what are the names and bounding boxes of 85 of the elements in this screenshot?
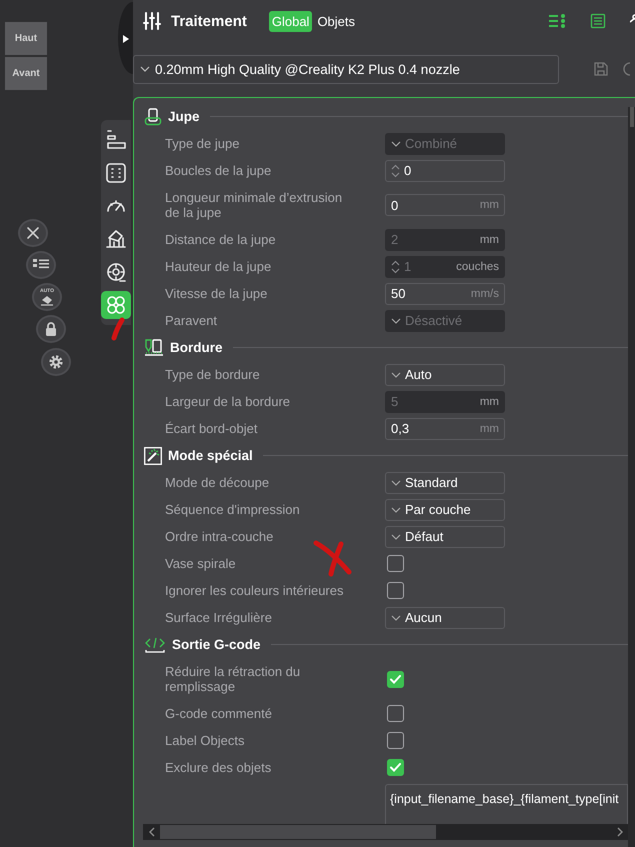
round-button[interactable] bbox=[41, 348, 71, 376]
dropdown[interactable]: Par couche bbox=[385, 498, 505, 520]
setting-label: Ordre intra-couche bbox=[165, 529, 274, 544]
setting-label: Longueur minimale d’extrusion de la jupe bbox=[165, 190, 344, 220]
section-title: Bordure bbox=[170, 340, 223, 355]
setting-label: Vitesse de la jupe bbox=[165, 286, 268, 301]
chevron-down-icon bbox=[391, 318, 401, 324]
sliders-icon bbox=[143, 12, 161, 30]
close-icon bbox=[25, 225, 41, 241]
list-view-icon[interactable] bbox=[548, 13, 566, 29]
chevron-down-icon bbox=[391, 140, 401, 146]
check-icon bbox=[390, 674, 401, 684]
spin-field[interactable]: 0 bbox=[385, 160, 505, 182]
checkbox[interactable] bbox=[387, 582, 404, 599]
panel-title: Traitement bbox=[171, 12, 247, 30]
magic-wand-icon bbox=[144, 446, 162, 464]
chevron-down-icon bbox=[391, 506, 401, 512]
chevron-down-icon bbox=[391, 480, 401, 486]
setting-label: Boucles de la jupe bbox=[165, 163, 272, 178]
scope-tab[interactable]: Objets bbox=[314, 10, 358, 32]
eraser-icon bbox=[39, 294, 55, 306]
setting-label: Vase spirale bbox=[165, 556, 236, 571]
setting-label: Label Objects bbox=[165, 733, 244, 748]
setting-label: Distance de la jupe bbox=[165, 232, 276, 247]
section-title: Sortie G-code bbox=[172, 637, 261, 652]
checkbox[interactable] bbox=[387, 670, 404, 688]
table-view-icon[interactable] bbox=[590, 13, 606, 29]
view-cube-face[interactable]: Avant bbox=[5, 57, 47, 90]
number-field[interactable]: 0 mm bbox=[385, 194, 505, 216]
support-icon bbox=[105, 228, 127, 250]
brim-icon bbox=[144, 338, 164, 356]
vertical-scrollbar[interactable] bbox=[628, 107, 635, 847]
spool-icon bbox=[105, 261, 127, 283]
section-title: Mode spécial bbox=[168, 448, 253, 463]
setting-label: Hauteur de la jupe bbox=[165, 259, 272, 274]
setting-label: Surface Irrégulière bbox=[165, 610, 272, 625]
checkbox[interactable] bbox=[387, 705, 404, 722]
save-icon[interactable] bbox=[594, 62, 608, 76]
dropdown[interactable]: Standard bbox=[385, 472, 505, 494]
stepper-icon bbox=[391, 164, 400, 178]
triangle-right-icon bbox=[123, 35, 129, 43]
check-icon bbox=[390, 763, 401, 772]
view-cube-face[interactable]: Haut bbox=[5, 22, 47, 55]
dropdown[interactable]: Défaut bbox=[385, 526, 505, 548]
setting-label: G-code commenté bbox=[165, 706, 272, 721]
checkbox[interactable] bbox=[387, 732, 404, 749]
chevron-down-icon bbox=[391, 614, 401, 620]
setting-label: Mode de découpe bbox=[165, 475, 270, 490]
chevron-down-icon bbox=[140, 66, 150, 72]
setting-label: Réduire la rétraction du remplissage bbox=[165, 664, 302, 694]
round-button[interactable] bbox=[18, 219, 48, 247]
setting-label: Type de bordure bbox=[165, 367, 260, 382]
skirt-icon bbox=[144, 108, 162, 126]
section-title: Jupe bbox=[168, 109, 200, 124]
preset-dropdown[interactable]: 0.20mm High Quality @Creality K2 Plus 0.4 nozzle bbox=[133, 54, 559, 84]
scroll-right-icon[interactable] bbox=[616, 827, 624, 837]
round-button[interactable] bbox=[36, 315, 66, 343]
setting-label: Écart bord-objet bbox=[165, 421, 258, 436]
number-field[interactable]: 50 mm/s bbox=[385, 282, 505, 304]
setting-label: Ignorer les couleurs intérieures bbox=[165, 583, 344, 598]
settings-icon bbox=[48, 354, 64, 370]
setting-label: Paravent bbox=[165, 313, 218, 328]
checkbox[interactable] bbox=[387, 555, 404, 572]
number-field[interactable]: 0,3 mm bbox=[385, 418, 505, 440]
layers-icon bbox=[105, 129, 127, 151]
setting-label: Séquence d'impression bbox=[165, 502, 300, 517]
clover-icon bbox=[105, 294, 127, 316]
code-icon bbox=[144, 636, 166, 654]
scroll-left-icon[interactable] bbox=[148, 827, 156, 837]
setting-label: Exclure des objets bbox=[165, 760, 272, 775]
setting-label: Largeur de la bordure bbox=[165, 394, 290, 409]
lock-icon bbox=[44, 321, 58, 337]
checkbox[interactable] bbox=[387, 759, 404, 776]
dropdown[interactable]: Aucun bbox=[385, 606, 505, 628]
chevron-down-icon bbox=[391, 534, 401, 540]
round-button[interactable] bbox=[26, 251, 56, 279]
reset-icon[interactable] bbox=[622, 62, 630, 76]
annotation-stroke bbox=[110, 317, 126, 341]
dropdown[interactable]: Auto bbox=[385, 364, 505, 386]
chevron-down-icon bbox=[391, 372, 401, 378]
stepper-icon bbox=[391, 260, 400, 274]
setting-label: Type de jupe bbox=[165, 136, 240, 151]
frame-icon bbox=[105, 162, 127, 184]
horizontal-scrollbar[interactable] bbox=[143, 824, 628, 840]
toolbar-button[interactable] bbox=[101, 291, 131, 319]
